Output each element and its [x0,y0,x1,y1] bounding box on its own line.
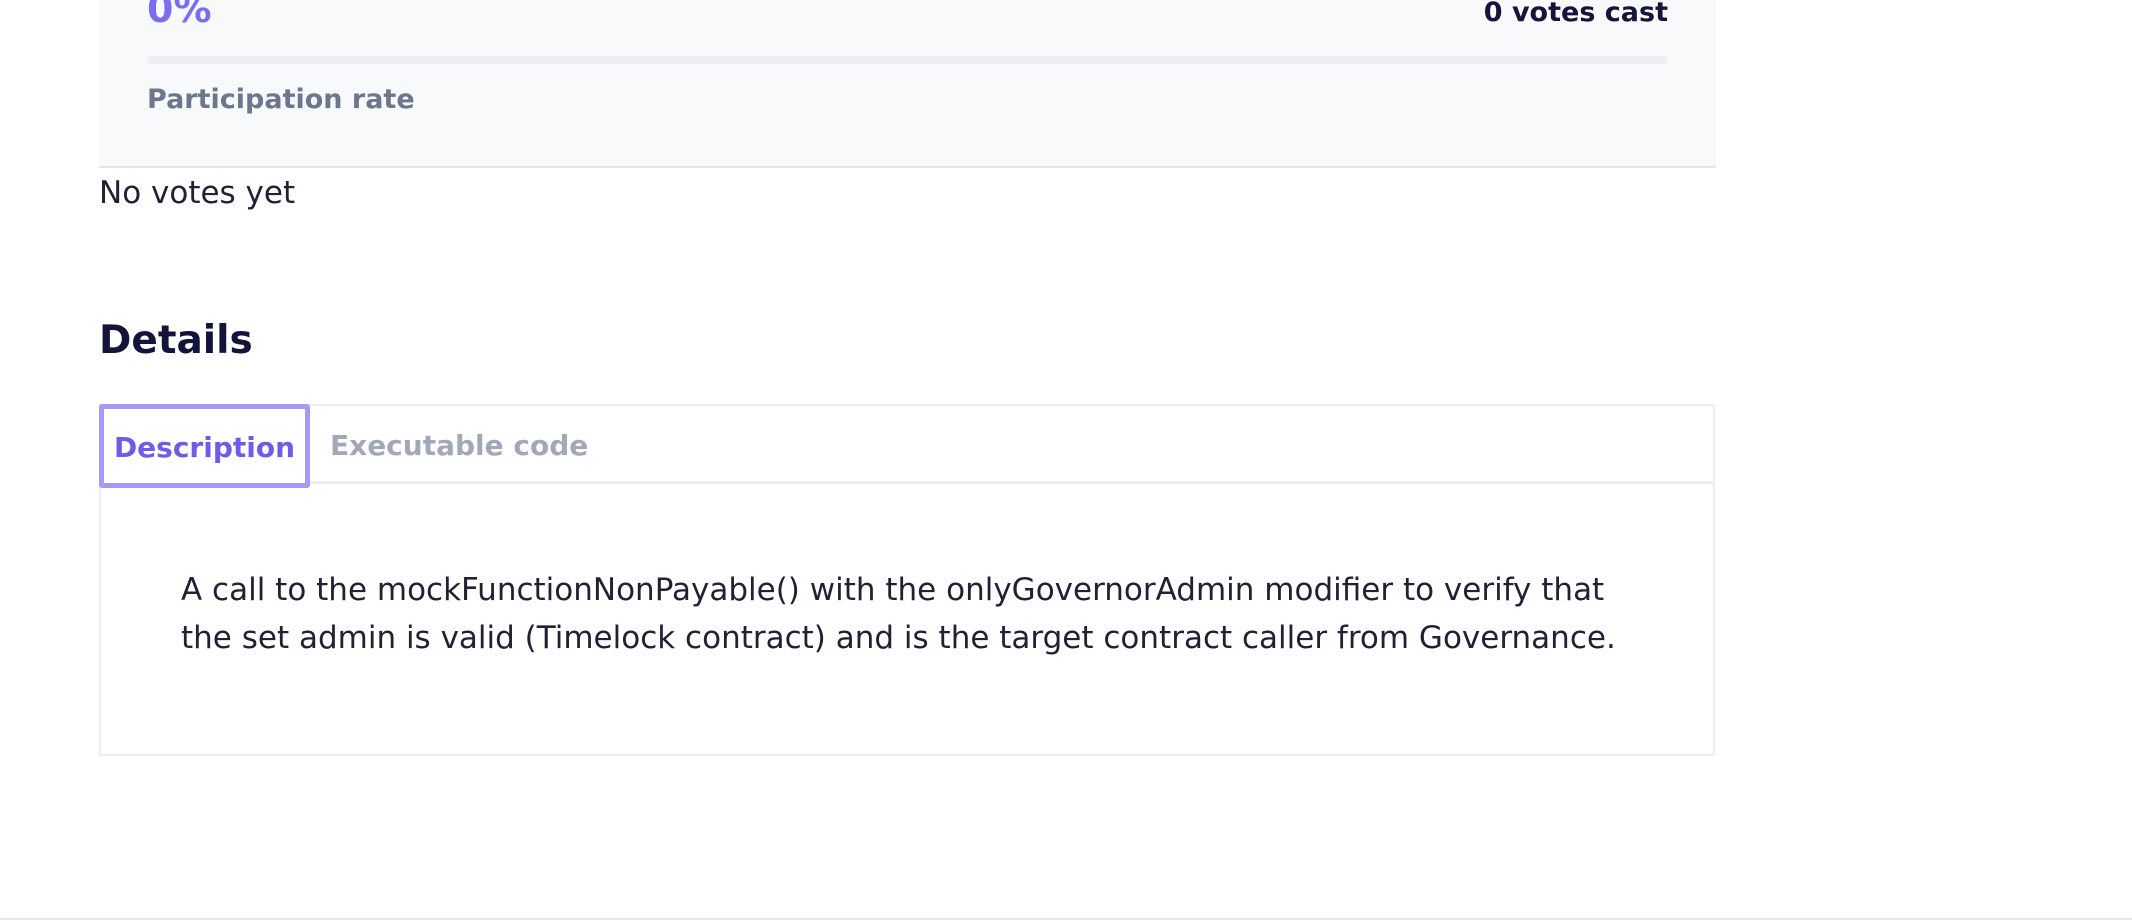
proposal-page: 0% 0 votes cast Participation rate No vo… [0,0,2132,922]
tab-executable-code[interactable]: Executable code [330,406,588,486]
no-votes-message: No votes yet [99,175,296,211]
details-tab-panel: Description Executable code A call to th… [99,404,1715,756]
participation-rate-label: Participation rate [147,84,415,115]
tab-description[interactable]: Description [99,404,310,488]
participation-card: 0% 0 votes cast Participation rate [99,0,1716,168]
proposal-description-text: A call to the mockFunctionNonPayable() w… [181,572,1616,656]
details-heading: Details [99,318,253,363]
participation-percent: 0% [147,0,212,31]
footer-divider [0,918,2132,920]
votes-cast-count: 0 votes cast [1483,0,1668,28]
details-tab-bar: Description Executable code [99,404,1713,488]
participation-progress-bar [147,56,1668,64]
